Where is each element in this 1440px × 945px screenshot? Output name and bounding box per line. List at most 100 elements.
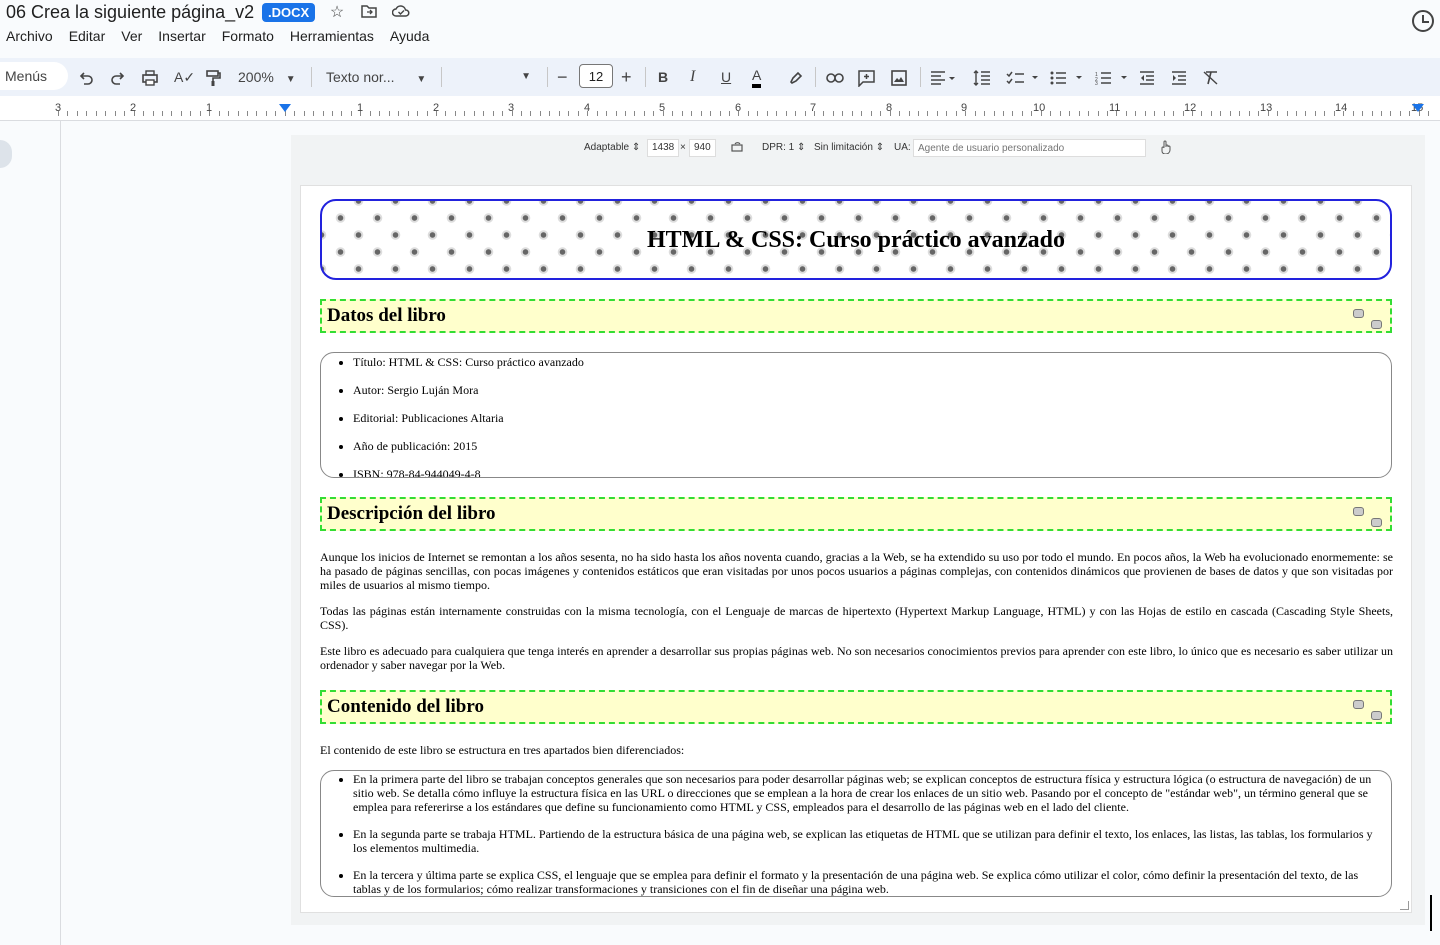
- rotate-icon[interactable]: [731, 140, 743, 155]
- throttle-select[interactable]: Sin limitación ⇕: [814, 142, 884, 153]
- ruler-tick: [1296, 111, 1297, 116]
- ruler-tick: [956, 111, 957, 116]
- menu-ayuda[interactable]: Ayuda: [390, 28, 429, 44]
- ruler-tick: [710, 111, 711, 116]
- image-icon[interactable]: [891, 58, 907, 96]
- ruler-tick: [937, 111, 938, 116]
- ruler-tick: [181, 111, 182, 116]
- menus-search-button[interactable]: Menús: [0, 62, 68, 90]
- ruler-tick: [568, 111, 569, 116]
- menu-herramientas[interactable]: Herramientas: [290, 28, 374, 44]
- bullet-list-icon[interactable]: [1050, 58, 1086, 96]
- paint-format-icon[interactable]: [205, 58, 221, 96]
- indent-marker[interactable]: [279, 104, 291, 112]
- ruler-tick: [58, 111, 59, 116]
- ruler-tick: [597, 111, 598, 116]
- comment-icon[interactable]: [858, 58, 875, 96]
- separator: [547, 67, 548, 87]
- increase-indent-icon[interactable]: [1171, 58, 1187, 96]
- redo-icon[interactable]: [110, 58, 126, 96]
- document-title[interactable]: 06 Crea la siguiente página_v2: [6, 2, 254, 23]
- increase-font-size-button[interactable]: +: [621, 58, 632, 96]
- ruler-tick: [1428, 111, 1429, 116]
- ruler[interactable]: 3 2 1 1 2 3 4 5 6 7 8 9 10 11 12 13 14 1…: [0, 96, 1440, 121]
- touch-icon[interactable]: [1160, 140, 1172, 157]
- spellcheck-icon[interactable]: A✓: [174, 58, 195, 96]
- cloud-saved-icon[interactable]: [391, 4, 410, 22]
- ruler-tick: [1069, 111, 1070, 116]
- ruler-tick: [578, 111, 579, 116]
- style-value: Texto nor...: [326, 69, 395, 85]
- decrease-indent-icon[interactable]: [1139, 58, 1155, 96]
- ruler-tick: [493, 111, 494, 116]
- ruler-tick: [672, 111, 673, 116]
- ruler-number: 12: [1184, 102, 1197, 114]
- ruler-tick: [1050, 111, 1051, 116]
- ruler-tick: [190, 111, 191, 116]
- undo-icon[interactable]: [78, 58, 94, 96]
- ruler-tick: [323, 111, 324, 116]
- menu-formato[interactable]: Formato: [222, 28, 274, 44]
- ruler-tick: [776, 111, 777, 116]
- content-intro: El contenido de este libro se estructura…: [320, 743, 685, 757]
- underline-icon[interactable]: U: [721, 58, 731, 96]
- ruler-tick: [86, 111, 87, 116]
- right-margin-marker[interactable]: [1412, 104, 1424, 112]
- font-select[interactable]: ▼: [455, 58, 535, 96]
- ruler-tick: [644, 111, 645, 116]
- bold-icon[interactable]: B: [658, 58, 668, 96]
- print-icon[interactable]: [141, 58, 159, 96]
- width-input[interactable]: 1438: [647, 139, 680, 157]
- zoom-select[interactable]: 200% ▼: [238, 58, 296, 96]
- text-color-icon[interactable]: A: [752, 56, 762, 94]
- numbered-list-icon[interactable]: 123: [1095, 58, 1131, 96]
- ruler-tick: [1060, 111, 1061, 116]
- menu-editar[interactable]: Editar: [69, 28, 106, 44]
- ruler-tick: [105, 111, 106, 116]
- ruler-tick: [256, 111, 257, 116]
- line-spacing-icon[interactable]: [973, 58, 991, 96]
- italic-icon[interactable]: I: [690, 58, 695, 96]
- ruler-tick: [445, 111, 446, 116]
- move-folder-icon[interactable]: [360, 4, 378, 22]
- ruler-tick: [540, 111, 541, 116]
- ruler-tick: [871, 111, 872, 116]
- menu-ver[interactable]: Ver: [121, 28, 142, 44]
- ruler-tick: [786, 111, 787, 116]
- link-icon[interactable]: [826, 58, 844, 96]
- dpr-select[interactable]: DPR: 1 ⇕: [762, 142, 805, 153]
- ruler-tick: [1164, 111, 1165, 116]
- resize-handle[interactable]: [1400, 901, 1409, 910]
- ruler-tick: [304, 111, 305, 116]
- ruler-tick: [1334, 111, 1335, 116]
- ruler-tick: [200, 111, 201, 116]
- ruler-tick: [77, 111, 78, 116]
- star-icon[interactable]: ☆: [328, 4, 346, 22]
- list-item: Título: HTML & CSS: Curso práctico avanz…: [353, 355, 1391, 370]
- style-select[interactable]: Texto nor... ▼: [326, 58, 426, 96]
- ruler-tick: [134, 111, 135, 116]
- clear-format-icon[interactable]: [1203, 58, 1219, 96]
- font-size-input[interactable]: 12: [579, 64, 613, 88]
- device-toolbar: Adaptable ⇕ 1438 × 940 DPR: 1 ⇕ Sin limi…: [291, 135, 1425, 162]
- responsive-mode-select[interactable]: Adaptable ⇕: [584, 142, 640, 153]
- user-agent-input[interactable]: [913, 139, 1146, 157]
- ruler-tick: [436, 111, 437, 116]
- menu-insertar[interactable]: Insertar: [158, 28, 205, 44]
- ruler-tick: [606, 111, 607, 116]
- menu-archivo[interactable]: Archivo: [6, 28, 53, 44]
- history-icon[interactable]: [1412, 10, 1434, 32]
- ruler-tick: [1409, 111, 1410, 116]
- height-input[interactable]: 940: [689, 139, 716, 157]
- ruler-tick: [417, 111, 418, 116]
- ruler-tick: [1381, 111, 1382, 116]
- section-heading-contenido: Contenido del libro: [320, 690, 1392, 724]
- decrease-font-size-button[interactable]: −: [557, 58, 568, 96]
- list-item: En la tercera y última parte se explica …: [353, 868, 1387, 896]
- align-icon[interactable]: [930, 58, 956, 96]
- highlight-icon[interactable]: [787, 58, 803, 96]
- separator: [311, 67, 312, 87]
- ruler-tick: [1258, 111, 1259, 116]
- ruler-tick: [1003, 111, 1004, 116]
- checklist-icon[interactable]: [1006, 58, 1040, 96]
